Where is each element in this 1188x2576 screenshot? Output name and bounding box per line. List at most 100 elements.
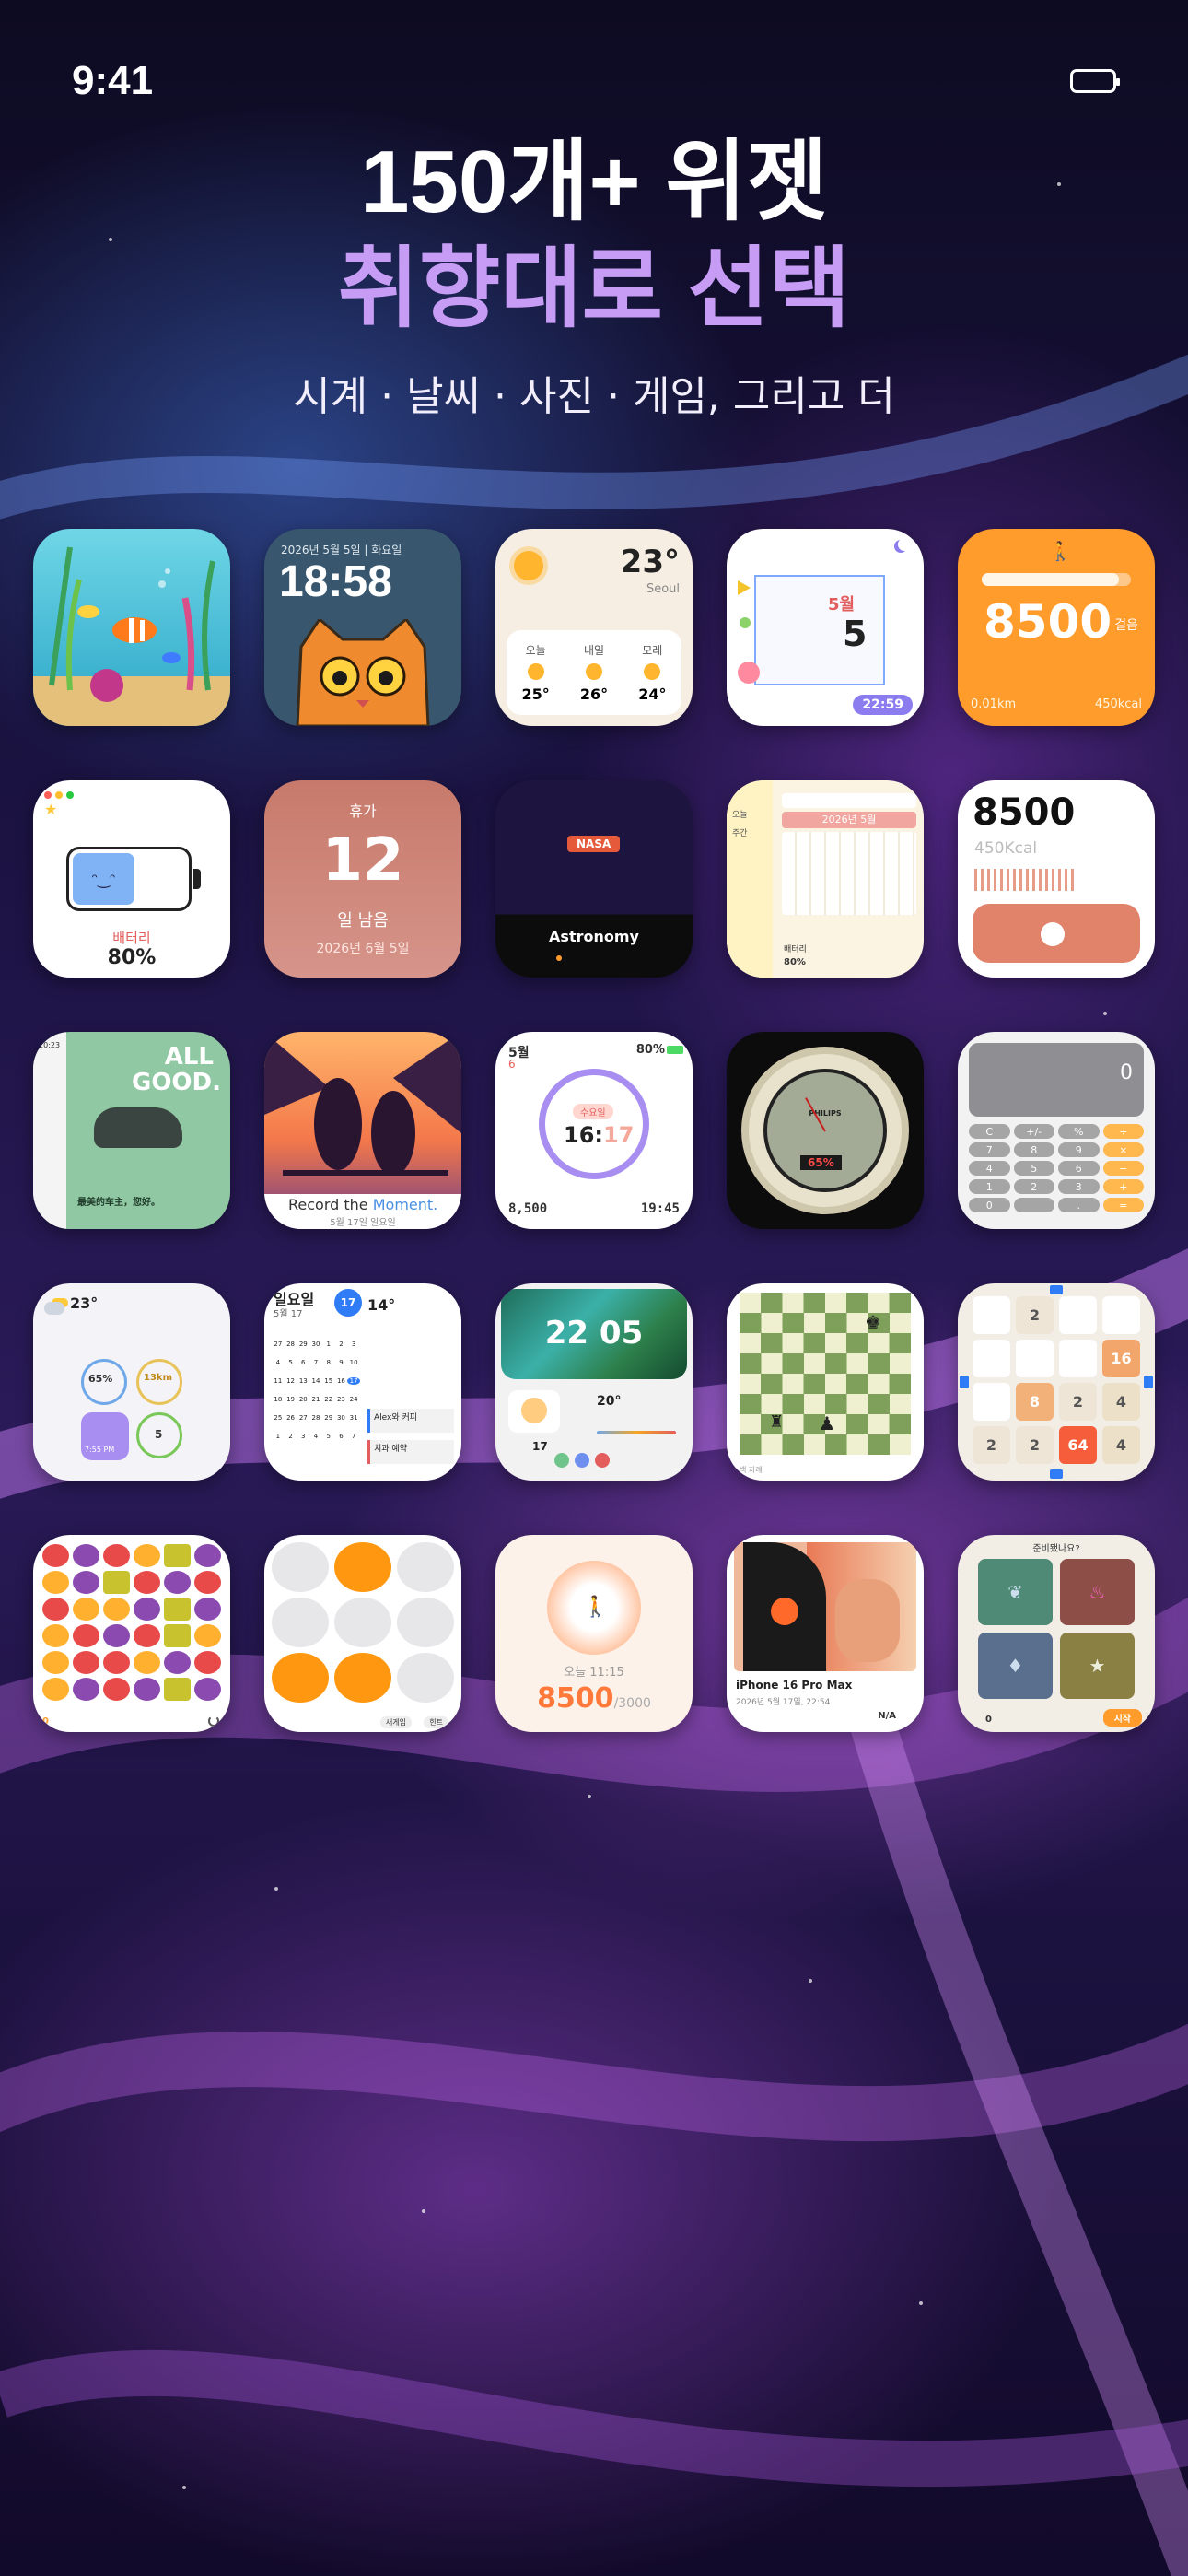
tile[interactable]: 2: [973, 1426, 1010, 1464]
widget-dday[interactable]: 휴가 12 일 남음 2026년 6월 5일: [264, 780, 461, 978]
tile[interactable]: 64: [1059, 1426, 1097, 1464]
calc-key[interactable]: 4: [969, 1161, 1010, 1176]
calc-key[interactable]: +/-: [1013, 1124, 1054, 1139]
parrots-caption: Record the: [288, 1196, 368, 1213]
ring-day: 6: [508, 1058, 516, 1071]
widget-calculator[interactable]: 0 C +/- % ÷ 7 8 9 × 4 5 6 − 1 2 3 + 0 . …: [958, 1032, 1155, 1229]
car-line-1: ALL: [164, 1043, 214, 1071]
widget-weather-rings[interactable]: 23° 65% 13km 7:55 PM 5: [33, 1283, 230, 1481]
refresh-icon[interactable]: [208, 1715, 219, 1727]
clock-time: 18:58: [279, 557, 392, 606]
steps-distance: 0.01km: [971, 697, 1017, 711]
moon-icon: [898, 538, 911, 551]
sun-icon: [585, 663, 602, 680]
dot-icon: [740, 617, 751, 628]
walk-goal: /3000: [613, 1696, 651, 1711]
widget-walk-goal[interactable]: 🚶 오늘 11:15 8500/3000: [495, 1535, 693, 1732]
calc-key[interactable]: 3: [1058, 1179, 1100, 1194]
tile[interactable]: [973, 1296, 1010, 1334]
widget-chess[interactable]: ♚ ♟ ♜ 백 차례: [727, 1283, 924, 1481]
widget-dots-game[interactable]: 새게임 힌트: [264, 1535, 461, 1732]
calc-key[interactable]: −: [1102, 1161, 1144, 1176]
calc-key[interactable]: [1013, 1198, 1054, 1212]
star-icon[interactable]: ★: [1060, 1633, 1135, 1699]
calc-key[interactable]: =: [1102, 1198, 1144, 1212]
car-time: 10:23: [39, 1041, 61, 1049]
arrow-right-icon[interactable]: [1144, 1376, 1153, 1388]
widget-steps[interactable]: 🚶 8500 걸음 0.01km 450kcal: [958, 529, 1155, 726]
tile[interactable]: [973, 1383, 1010, 1421]
widget-calendar-frame[interactable]: 5월 5 22:59: [727, 529, 924, 726]
planner-pct: 80%: [784, 957, 806, 967]
widget-2048[interactable]: 2 16 8 2 4 2 2 64 4: [958, 1283, 1155, 1481]
quiz-score: 0: [985, 1715, 992, 1725]
dots-new-game[interactable]: 새게임: [379, 1716, 412, 1728]
calc-key[interactable]: C: [969, 1124, 1010, 1139]
calc-key[interactable]: 7: [969, 1142, 1010, 1157]
widget-big-calendar[interactable]: 일요일 5월 17 17 14° 27 28 29 30 1 2 3 4 5 6 7 8 9 10 11…: [264, 1283, 461, 1481]
dots-hint[interactable]: 힌트: [424, 1716, 448, 1728]
calc-key[interactable]: 9: [1058, 1142, 1100, 1157]
tile[interactable]: [973, 1340, 1010, 1377]
chess-piece-icon: ♟: [819, 1412, 835, 1434]
calc-key[interactable]: 0: [969, 1198, 1010, 1212]
tile[interactable]: 4: [1102, 1383, 1140, 1421]
widget-steps-kcal[interactable]: 8500 450Kcal: [958, 780, 1155, 978]
calc-key[interactable]: +: [1102, 1179, 1144, 1194]
calc-key[interactable]: .: [1058, 1198, 1100, 1212]
widget-aquarium[interactable]: [33, 529, 230, 726]
steps2-toggle[interactable]: [973, 904, 1140, 963]
arrow-down-icon[interactable]: [1050, 1469, 1063, 1479]
quiz-start-button[interactable]: 시작: [1102, 1709, 1142, 1727]
leaf-icon[interactable]: ❦: [978, 1559, 1053, 1625]
widget-battery[interactable]: ★ ᵔ‿ᵔ 배터리 80%: [33, 780, 230, 978]
widget-planner[interactable]: 2026년 5월 오늘 주간 배터리 80%: [727, 780, 924, 978]
tile[interactable]: 2: [1059, 1383, 1097, 1421]
widget-photo-dashboard[interactable]: 22 05 17 20°: [495, 1283, 693, 1481]
tile[interactable]: 2: [1016, 1296, 1054, 1334]
walking-icon: 🚶: [1049, 540, 1072, 562]
drop-icon[interactable]: ♦: [978, 1633, 1053, 1699]
calc-key[interactable]: ×: [1102, 1142, 1144, 1157]
tile[interactable]: [1016, 1340, 1054, 1377]
weather-city: Seoul: [646, 582, 680, 596]
tile[interactable]: [1059, 1340, 1097, 1377]
battery-icon: [667, 1046, 683, 1054]
widget-quiz[interactable]: 준비됐나요? ❦ ♨ ♦ ★ 0 시작: [958, 1535, 1155, 1732]
weather-day-temp: 24°: [638, 685, 667, 703]
arrow-up-icon[interactable]: [1050, 1285, 1063, 1294]
hero: 150개+ 위젯 취향대로 선택 시계 · 날씨 · 사진 · 게임, 그리고 …: [0, 129, 1188, 422]
tile[interactable]: 4: [1102, 1426, 1140, 1464]
widget-gauge[interactable]: PHILIPS 65%: [727, 1032, 924, 1229]
widget-weather[interactable]: 23° Seoul 오늘 25° 내일 26° 모레 24°: [495, 529, 693, 726]
calc-key[interactable]: 1: [969, 1179, 1010, 1194]
calc-key[interactable]: 5: [1013, 1161, 1054, 1176]
arrow-left-icon[interactable]: [960, 1376, 969, 1388]
widget-nasa[interactable]: NASA Astronomy: [495, 780, 693, 978]
tile[interactable]: 16: [1102, 1340, 1140, 1377]
calc-key[interactable]: %: [1058, 1124, 1100, 1139]
widget-cat-clock[interactable]: 2026년 5월 5일 | 화요일 18:58: [264, 529, 461, 726]
calc-key[interactable]: ÷: [1102, 1124, 1144, 1139]
widget-ring-clock[interactable]: 5월 6 80% 수요일 16:17 8,500 19:45: [495, 1032, 693, 1229]
calc-key[interactable]: 8: [1013, 1142, 1054, 1157]
flame-icon[interactable]: ♨: [1060, 1559, 1135, 1625]
photo-temp: 20°: [597, 1394, 622, 1409]
widget-parrots-photo[interactable]: Record the Moment. 5월 17일 일요일: [264, 1032, 461, 1229]
widget-fruit-match[interactable]: 0: [33, 1535, 230, 1732]
window-dots: [44, 791, 74, 799]
cat-face-icon: [296, 619, 430, 726]
calc-display: 0: [969, 1043, 1144, 1117]
calc-key[interactable]: 6: [1058, 1161, 1100, 1176]
widget-car[interactable]: 10:23 ALL GOOD. 最美的车主，您好。: [33, 1032, 230, 1229]
cloud-sun-icon: [44, 1302, 64, 1315]
widget-art-photo[interactable]: iPhone 16 Pro Max 2026년 5월 17일, 22:54 N/…: [727, 1535, 924, 1732]
tile[interactable]: 2: [1016, 1426, 1054, 1464]
tile[interactable]: [1059, 1296, 1097, 1334]
tile[interactable]: [1102, 1296, 1140, 1334]
sun-icon: [514, 551, 543, 580]
status-bar: 9:41: [72, 55, 1120, 107]
dday-remain: 일 남음: [337, 911, 389, 931]
calc-key[interactable]: 2: [1013, 1179, 1054, 1194]
tile[interactable]: 8: [1016, 1383, 1054, 1421]
